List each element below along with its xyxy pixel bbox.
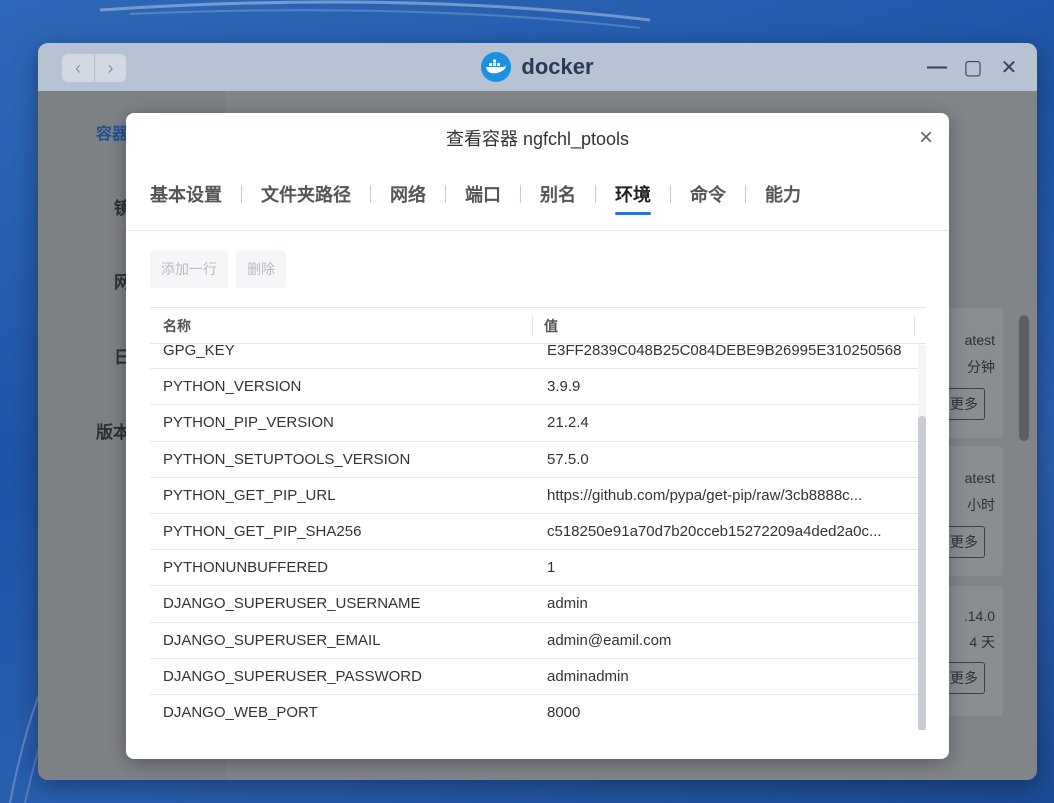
table-row[interactable]: DJANGO_WEB_PORT 8000 [150, 695, 918, 730]
card-line: 4 天 [969, 634, 995, 650]
column-header-name[interactable]: 名称 [150, 316, 532, 336]
table-row[interactable]: PYTHONUNBUFFERED 1 [150, 550, 918, 587]
env-value-cell: admin@eamil.com [547, 631, 672, 649]
dialog-close-icon[interactable]: × [915, 126, 937, 150]
card-line: atest [964, 332, 995, 348]
tab-ports[interactable]: 端口 [465, 181, 501, 215]
tab-divider [595, 185, 596, 203]
column-header-value[interactable]: 值 [532, 316, 558, 336]
tab-divider [241, 185, 242, 203]
table-row[interactable]: PYTHON_SETUPTOOLS_VERSION 57.5.0 [150, 442, 918, 478]
env-name-cell: DJANGO_SUPERUSER_PASSWORD [163, 667, 422, 685]
tab-network[interactable]: 网络 [390, 181, 426, 215]
background-card: atest 小时 更多 [941, 446, 1003, 576]
env-toolbar: 添加一行 删除 [150, 250, 286, 288]
table-rows: GPG_KEY E3FF2839C048B25C084DEBE9B26995E31… [150, 345, 918, 730]
env-name-cell: PYTHON_GET_PIP_URL [163, 486, 336, 504]
card-line: .14.0 [963, 608, 995, 624]
env-value-cell: 1 [547, 559, 556, 577]
table-row[interactable]: GPG_KEY E3FF2839C048B25C084DEBE9B26995E31… [150, 345, 918, 370]
close-icon[interactable]: ✕ [999, 55, 1019, 79]
delete-button[interactable]: 删除 [236, 250, 286, 288]
table-header: 名称 值 [150, 308, 926, 344]
background-tab-containers: 容器 [96, 126, 129, 143]
dialog-title: 查看容器 ngfchl_ptools [445, 129, 630, 149]
background-card: atest 分钟 更多 [941, 308, 1003, 438]
env-value-cell: adminadmin [547, 667, 629, 685]
app-title: docker [521, 54, 594, 79]
tab-basic-settings[interactable]: 基本设置 [150, 181, 222, 215]
env-value-cell: E3FF2839C048B25C084DEBE9B26995E310250568 [547, 345, 902, 360]
env-name-cell: PYTHONUNBUFFERED [163, 559, 329, 577]
title-bar: ‹ › docker — ▢ ✕ [38, 43, 1037, 91]
table-row[interactable]: PYTHON_GET_PIP_SHA256 c518250e91a70d7b20c… [150, 514, 918, 551]
tab-divider [670, 185, 671, 203]
env-name-cell: DJANGO_SUPERUSER_EMAIL [163, 631, 381, 649]
tabs-divider [126, 230, 949, 231]
card-line: atest [964, 470, 995, 486]
minimize-icon[interactable]: — [927, 55, 947, 79]
column-divider [914, 316, 915, 336]
nav-buttons: ‹ › [62, 54, 126, 82]
forward-button[interactable]: › [94, 54, 126, 82]
env-value-cell: 3.9.9 [547, 378, 581, 396]
table-row[interactable]: PYTHON_VERSION 3.9.9 [150, 369, 918, 406]
env-value-cell: https://github.com/pypa/get-pip/raw/3cb8… [547, 486, 863, 504]
env-table: 名称 值 GPG_KEY E3FF2839C048B25C084DEBE9B269… [150, 307, 926, 730]
tab-environment[interactable]: 环境 [615, 181, 651, 215]
env-name-cell: DJANGO_SUPERUSER_USERNAME [163, 595, 421, 613]
env-value-cell: admin [547, 595, 588, 613]
column-divider [532, 316, 533, 336]
maximize-icon[interactable]: ▢ [963, 55, 983, 79]
tab-capabilities[interactable]: 能力 [765, 181, 801, 215]
table-row[interactable]: DJANGO_SUPERUSER_EMAIL admin@eamil.com [150, 623, 918, 659]
view-container-dialog: 查看容器 ngfchl_ptools × 基本设置 文件夹路径 网络 端口 别名… [126, 113, 949, 759]
table-row[interactable]: PYTHON_GET_PIP_URL https://github.com/pyp… [150, 478, 918, 514]
window-controls: — ▢ ✕ [927, 55, 1019, 79]
background-scrollbar[interactable] [1019, 315, 1029, 441]
app-title-group: docker [481, 52, 594, 82]
dialog-tabs: 基本设置 文件夹路径 网络 端口 别名 环境 命令 能力 [150, 181, 801, 215]
env-name-cell: PYTHON_GET_PIP_SHA256 [163, 523, 362, 541]
card-line: 分钟 [967, 359, 995, 375]
table-row[interactable]: DJANGO_SUPERUSER_USERNAME admin [150, 586, 918, 623]
docker-whale-icon [481, 52, 512, 82]
tab-divider [745, 185, 746, 203]
back-button[interactable]: ‹ [62, 54, 94, 82]
env-name-cell: PYTHON_PIP_VERSION [163, 414, 334, 432]
tab-command[interactable]: 命令 [690, 181, 726, 215]
env-name-cell: PYTHON_SETUPTOOLS_VERSION [163, 450, 411, 468]
env-name-cell: PYTHON_VERSION [163, 378, 302, 396]
card-line: 小时 [967, 497, 995, 513]
env-value-cell: 8000 [547, 703, 581, 721]
table-row[interactable]: PYTHON_PIP_VERSION 21.2.4 [150, 405, 918, 442]
tab-aliases[interactable]: 别名 [540, 181, 576, 215]
table-row[interactable]: DJANGO_SUPERUSER_PASSWORD adminadmin [150, 659, 918, 695]
table-body: GPG_KEY E3FF2839C048B25C084DEBE9B26995E31… [150, 345, 918, 730]
env-value-cell: 57.5.0 [547, 450, 589, 468]
background-card: .14.0 4 天 更多 [941, 586, 1003, 716]
env-value-cell: 21.2.4 [547, 414, 589, 432]
tab-divider [520, 185, 521, 203]
env-name-cell: DJANGO_WEB_PORT [163, 703, 318, 721]
tab-divider [370, 185, 371, 203]
table-scrollbar-thumb[interactable] [918, 416, 926, 730]
env-name-cell: GPG_KEY [163, 345, 235, 360]
tab-folder-paths[interactable]: 文件夹路径 [261, 181, 351, 215]
background-side-label: 版本 [96, 423, 130, 442]
add-row-button[interactable]: 添加一行 [150, 250, 228, 288]
env-value-cell: c518250e91a70d7b20cceb15272209a4ded2a0c.… [547, 523, 882, 541]
tab-divider [445, 185, 446, 203]
